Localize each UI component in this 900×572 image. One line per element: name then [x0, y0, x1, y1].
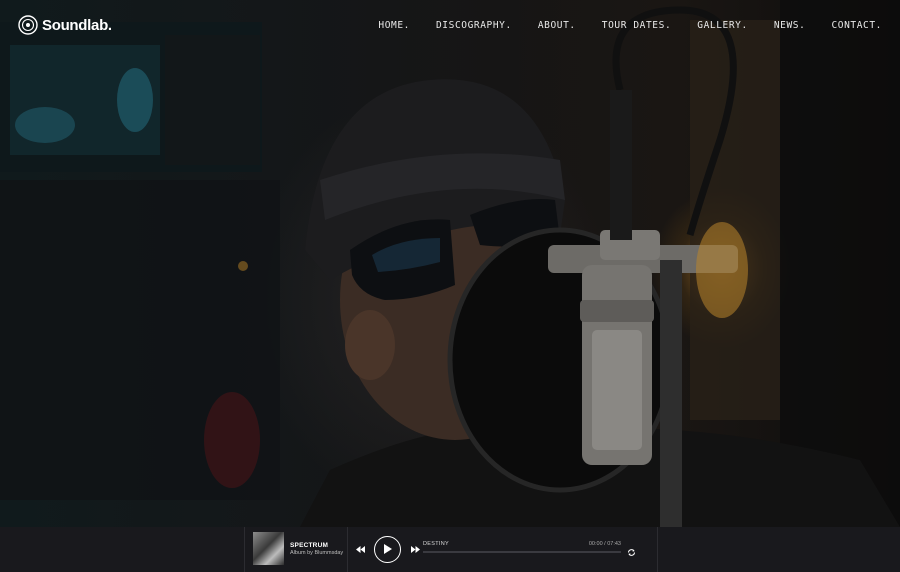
studio-singer-illustration — [0, 0, 900, 527]
main-nav: HOME. DISCOGRAPHY. ABOUT. TOUR DATES. GA… — [378, 20, 882, 31]
brand-name: Soundlab. — [42, 16, 112, 34]
nav-home[interactable]: HOME. — [378, 20, 410, 31]
vinyl-record-icon — [18, 15, 38, 35]
fast-forward-icon[interactable] — [410, 544, 420, 554]
nav-tour-dates[interactable]: TOUR DATES. — [602, 20, 672, 31]
album-info: SPECTRUM Album by Blummsday — [245, 527, 348, 572]
now-playing-title: DESTINY — [423, 541, 449, 547]
nav-gallery[interactable]: GALLERY. — [697, 20, 748, 31]
audio-player: SPECTRUM Album by Blummsday DESTINY 00:0… — [0, 527, 900, 572]
time-display: 00:00 / 07:43 — [588, 541, 621, 547]
play-button[interactable] — [374, 535, 401, 563]
nav-news[interactable]: NEWS. — [774, 20, 806, 31]
play-icon — [384, 544, 392, 554]
progress-area: DESTINY 00:00 / 07:43 — [423, 540, 623, 560]
player-controls-panel: SPECTRUM Album by Blummsday DESTINY 00:0… — [244, 527, 658, 572]
nav-about[interactable]: ABOUT. — [538, 20, 576, 31]
playback-controls — [355, 534, 420, 564]
album-artist: Album by Blummsday — [290, 550, 344, 556]
hero-background-image — [0, 0, 900, 527]
logo[interactable]: Soundlab. — [18, 14, 112, 36]
album-title: SPECTRUM — [290, 542, 329, 549]
album-cover[interactable] — [253, 532, 284, 565]
site-header: Soundlab. HOME. DISCOGRAPHY. ABOUT. TOUR… — [0, 0, 900, 52]
progress-bar[interactable] — [423, 551, 621, 553]
rewind-icon[interactable] — [355, 544, 365, 554]
nav-contact[interactable]: CONTACT. — [831, 20, 882, 31]
nav-discography[interactable]: DISCOGRAPHY. — [436, 20, 512, 31]
repeat-icon[interactable] — [627, 544, 636, 556]
